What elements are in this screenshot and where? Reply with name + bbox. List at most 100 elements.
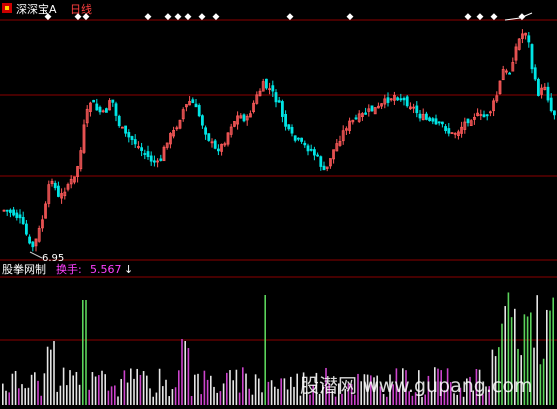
volume-bar — [37, 380, 39, 405]
candle — [188, 96, 192, 106]
candle — [245, 114, 249, 126]
candle — [328, 158, 332, 169]
volume-bar — [155, 392, 158, 405]
volume-bar — [91, 372, 94, 405]
signal-marker: ◆ — [45, 12, 52, 22]
candle — [248, 110, 252, 118]
candle — [296, 137, 300, 142]
volume-bar — [203, 370, 206, 405]
candle — [306, 143, 310, 156]
signal-marker: ◆ — [465, 12, 472, 22]
candle — [380, 103, 384, 110]
candle — [280, 99, 284, 123]
volume-bar — [194, 374, 196, 405]
signal-marker: ◆ — [287, 12, 294, 22]
volume-bar — [75, 371, 78, 405]
candle — [421, 108, 425, 121]
candle — [479, 109, 483, 121]
volume-bar — [229, 370, 231, 405]
candle — [213, 139, 217, 150]
volume-bar — [53, 341, 55, 405]
volume-bar — [66, 385, 68, 405]
volume-bar — [238, 392, 241, 405]
candle — [300, 137, 304, 144]
volume-bar — [533, 347, 535, 405]
volume-bar — [11, 373, 14, 405]
price-candles — [2, 29, 556, 252]
signal-marker: ◆ — [213, 12, 220, 22]
candle — [82, 119, 86, 154]
candle — [370, 105, 374, 112]
candle — [149, 151, 153, 166]
candle — [360, 112, 364, 121]
candle — [514, 43, 518, 65]
volume-bar — [101, 370, 103, 405]
candle — [440, 121, 444, 128]
candle — [537, 77, 540, 97]
candle — [549, 93, 553, 113]
chart-canvas[interactable]: 深深宝A 日线 ◆ ◆ ◆ ◆ ◆ ◆ ◆ ◆ ◆ ◆ ◆ ◆ ◆ ◆ ◆ 6.95 股拳网制 换手: 5.… — [0, 0, 557, 409]
volume-bar — [14, 370, 17, 405]
volume-bar — [94, 376, 97, 405]
candle — [34, 238, 38, 252]
candle — [309, 144, 313, 152]
candle — [521, 29, 524, 44]
volume-bar — [78, 384, 81, 405]
volume-bar — [8, 392, 10, 405]
volume-bar — [274, 386, 276, 405]
candle — [341, 125, 345, 145]
volume-bar — [283, 378, 286, 405]
candle — [191, 97, 195, 104]
volume-bar — [552, 297, 554, 405]
volume-bar — [34, 372, 36, 405]
volume-bar — [142, 371, 145, 405]
candle — [146, 145, 150, 160]
candle — [60, 188, 63, 204]
volume-bar — [158, 368, 161, 405]
volume-bar — [197, 373, 199, 405]
volume-bar — [286, 389, 289, 405]
candle — [239, 113, 243, 119]
candle — [194, 98, 198, 108]
indicator-name: 股拳网制 — [2, 262, 46, 276]
price-grid — [0, 19, 557, 341]
volume-bar — [130, 368, 132, 405]
volume-bar — [46, 346, 49, 405]
candle — [175, 125, 179, 131]
volume-bar — [72, 375, 74, 405]
candle — [57, 181, 60, 198]
candle — [312, 146, 316, 161]
candle — [274, 89, 278, 108]
candle — [204, 125, 208, 140]
candle — [376, 102, 380, 109]
candle — [111, 99, 115, 107]
candle — [184, 104, 188, 112]
volume-bar — [386, 396, 388, 405]
candle — [488, 110, 492, 117]
volume-bar — [536, 295, 538, 405]
candle — [396, 96, 400, 101]
volume-bar — [546, 309, 548, 405]
candle — [156, 158, 160, 168]
candle — [351, 119, 355, 125]
indicator-label: 换手: — [56, 262, 82, 276]
candle — [453, 132, 457, 139]
signal-marker: ◆ — [75, 12, 82, 22]
candle — [456, 129, 460, 140]
volume-bar — [24, 388, 26, 405]
volume-bar — [62, 367, 65, 405]
volume-bar — [165, 379, 167, 405]
candle — [344, 126, 348, 135]
candle — [24, 220, 28, 236]
candle — [95, 98, 99, 111]
candle — [229, 123, 233, 138]
volume-bar — [40, 395, 42, 405]
candle — [172, 126, 176, 139]
candle — [181, 107, 185, 122]
volume-bar — [149, 388, 151, 405]
candle — [130, 135, 134, 145]
candle — [543, 83, 547, 91]
volume-bar — [411, 395, 414, 405]
volume-bar — [18, 388, 20, 405]
candle — [437, 121, 441, 126]
